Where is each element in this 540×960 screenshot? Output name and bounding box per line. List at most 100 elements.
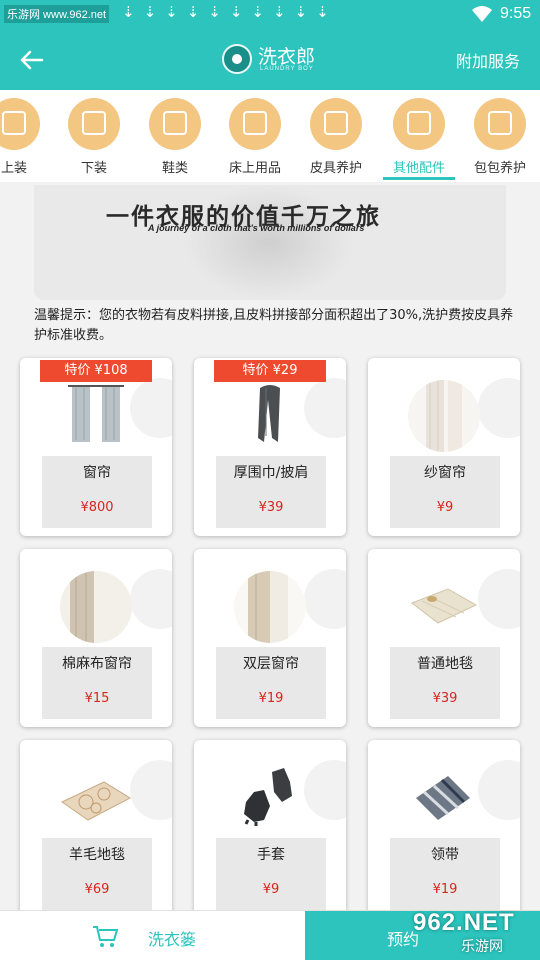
category-label: 上装: [0, 161, 27, 176]
status-bar: 乐游网 www.962.net ⇣⇣⇣⇣⇣⇣⇣⇣⇣⇣ 9:55: [0, 0, 540, 28]
card-decoration: [478, 569, 520, 629]
product-price: ¥9: [436, 500, 454, 515]
product-info: 纱窗帘 ¥9: [390, 456, 500, 528]
sheer-curtain-image: [408, 380, 480, 452]
product-info: 普通地毯 ¥39: [390, 647, 500, 719]
watermark-logo: 962.NET 乐游网: [395, 905, 535, 957]
product-price: ¥15: [84, 691, 110, 706]
linen-curtain-image: [60, 571, 132, 643]
shirt-icon: [0, 98, 40, 150]
product-price: ¥19: [258, 691, 284, 706]
category-shoes[interactable]: 鞋类: [135, 90, 215, 182]
product-info: 棉麻布窗帘 ¥15: [42, 647, 152, 719]
download-arrow-icon: ⇣⇣⇣⇣⇣⇣⇣⇣⇣⇣: [122, 3, 338, 21]
sale-badge: 特价 ¥29: [214, 360, 326, 382]
basket-icon[interactable]: [92, 924, 118, 948]
product-card[interactable]: 棉麻布窗帘 ¥15: [20, 549, 172, 727]
category-label: 包包养护: [473, 161, 526, 176]
category-bags[interactable]: 包包养护: [460, 90, 540, 182]
category-tops[interactable]: 上装: [0, 90, 54, 182]
product-price: ¥9: [262, 882, 280, 897]
category-accessories[interactable]: 其他配件: [379, 90, 459, 182]
category-label: 其他配件: [392, 161, 445, 176]
product-price: ¥39: [432, 691, 458, 706]
product-card[interactable]: 特价 ¥108 窗帘 ¥800: [20, 358, 172, 536]
category-bar: 上装 下装 鞋类 床上用品 皮具养护 其他配件 包包养护: [0, 90, 540, 182]
product-name: 窗帘: [83, 465, 111, 481]
product-price: ¥39: [258, 500, 284, 515]
card-decoration: [130, 378, 172, 438]
product-card[interactable]: 普通地毯 ¥39: [368, 549, 520, 727]
product-name: 普通地毯: [417, 656, 473, 672]
back-arrow-icon[interactable]: [18, 46, 46, 74]
curtain-image: [68, 385, 124, 442]
product-price: ¥19: [432, 882, 458, 897]
product-info: 窗帘 ¥800: [42, 456, 152, 528]
shoe-icon: [149, 98, 201, 150]
product-name: 领带: [431, 847, 459, 863]
card-decoration: [304, 569, 346, 629]
tie-image: [416, 776, 470, 820]
category-leather[interactable]: 皮具养护: [296, 90, 376, 182]
product-card[interactable]: 特价 ¥29 厚围巾/披肩 ¥39: [194, 358, 346, 536]
accessory-icon: [393, 98, 445, 150]
category-bedding[interactable]: 床上用品: [215, 90, 295, 182]
double-curtain-image: [234, 571, 306, 643]
category-label: 皮具养护: [309, 161, 362, 176]
watermark-text: 962.NET: [413, 909, 515, 936]
product-card[interactable]: 手套 ¥9: [194, 740, 346, 918]
card-decoration: [478, 760, 520, 820]
product-info: 羊毛地毯 ¥69: [42, 838, 152, 910]
status-time: 9:55: [500, 5, 532, 22]
product-info: 领带 ¥19: [390, 838, 500, 910]
product-name: 纱窗帘: [424, 465, 466, 481]
bag-icon: [474, 98, 526, 150]
banner-subtitle: A journey of a cloth that's worth millio…: [148, 223, 365, 233]
card-decoration: [478, 378, 520, 438]
watermark-subtext: 乐游网: [461, 939, 503, 955]
product-card[interactable]: 羊毛地毯 ¥69: [20, 740, 172, 918]
card-decoration: [304, 378, 346, 438]
product-price: ¥69: [84, 882, 110, 897]
card-decoration: [130, 569, 172, 629]
category-label: 床上用品: [228, 161, 281, 176]
product-name: 双层窗帘: [243, 656, 299, 672]
product-name: 羊毛地毯: [69, 847, 125, 863]
product-grid: 特价 ¥108 窗帘 ¥800 特价 ¥29 厚围巾/披肩 ¥39 纱窗帘 ¥9…: [0, 350, 540, 918]
card-decoration: [304, 760, 346, 820]
category-label: 下装: [80, 161, 107, 176]
product-card[interactable]: 双层窗帘 ¥19: [194, 549, 346, 727]
scarf-image: [258, 385, 280, 442]
rug-image: [410, 588, 478, 624]
category-label: 鞋类: [161, 161, 188, 176]
product-info: 双层窗帘 ¥19: [216, 647, 326, 719]
extra-service-button[interactable]: 附加服务: [456, 48, 520, 72]
laundry-basket-button[interactable]: 洗衣篓: [148, 926, 196, 950]
bedding-icon: [229, 98, 281, 150]
active-tab-indicator: [383, 177, 455, 180]
category-bottoms[interactable]: 下装: [54, 90, 134, 182]
wool-rug-image: [61, 781, 132, 821]
gloves-image: [244, 768, 292, 826]
promo-banner[interactable]: 一件衣服的价值千万之旅 A journey of a cloth that's …: [34, 185, 506, 300]
site-label: 乐游网 www.962.net: [4, 5, 110, 23]
card-decoration: [130, 760, 172, 820]
brand-mark-icon: [222, 44, 252, 74]
product-name: 厚围巾/披肩: [233, 465, 309, 481]
product-name: 棉麻布窗帘: [62, 656, 132, 672]
brand-subtitle: LAUNDRY BOY: [260, 66, 314, 72]
product-info: 厚围巾/披肩 ¥39: [216, 456, 326, 528]
product-card[interactable]: 纱窗帘 ¥9: [368, 358, 520, 536]
leather-icon: [310, 98, 362, 150]
product-info: 手套 ¥9: [216, 838, 326, 910]
product-price: ¥800: [80, 500, 114, 515]
wifi-icon: [472, 6, 492, 22]
notice-text: 温馨提示：您的衣物若有皮料拼接,且皮料拼接部分面积超出了30%,洗护费按皮具养护…: [34, 308, 514, 343]
product-card[interactable]: 领带 ¥19: [368, 740, 520, 918]
product-name: 手套: [257, 847, 285, 863]
brand-title: 洗衣郎: [258, 46, 316, 68]
app-header: 洗衣郎 LAUNDRY BOY 附加服务: [0, 28, 540, 90]
brand-logo: 洗衣郎 LAUNDRY BOY: [222, 42, 342, 76]
sale-badge: 特价 ¥108: [40, 360, 152, 382]
pants-icon: [68, 98, 120, 150]
